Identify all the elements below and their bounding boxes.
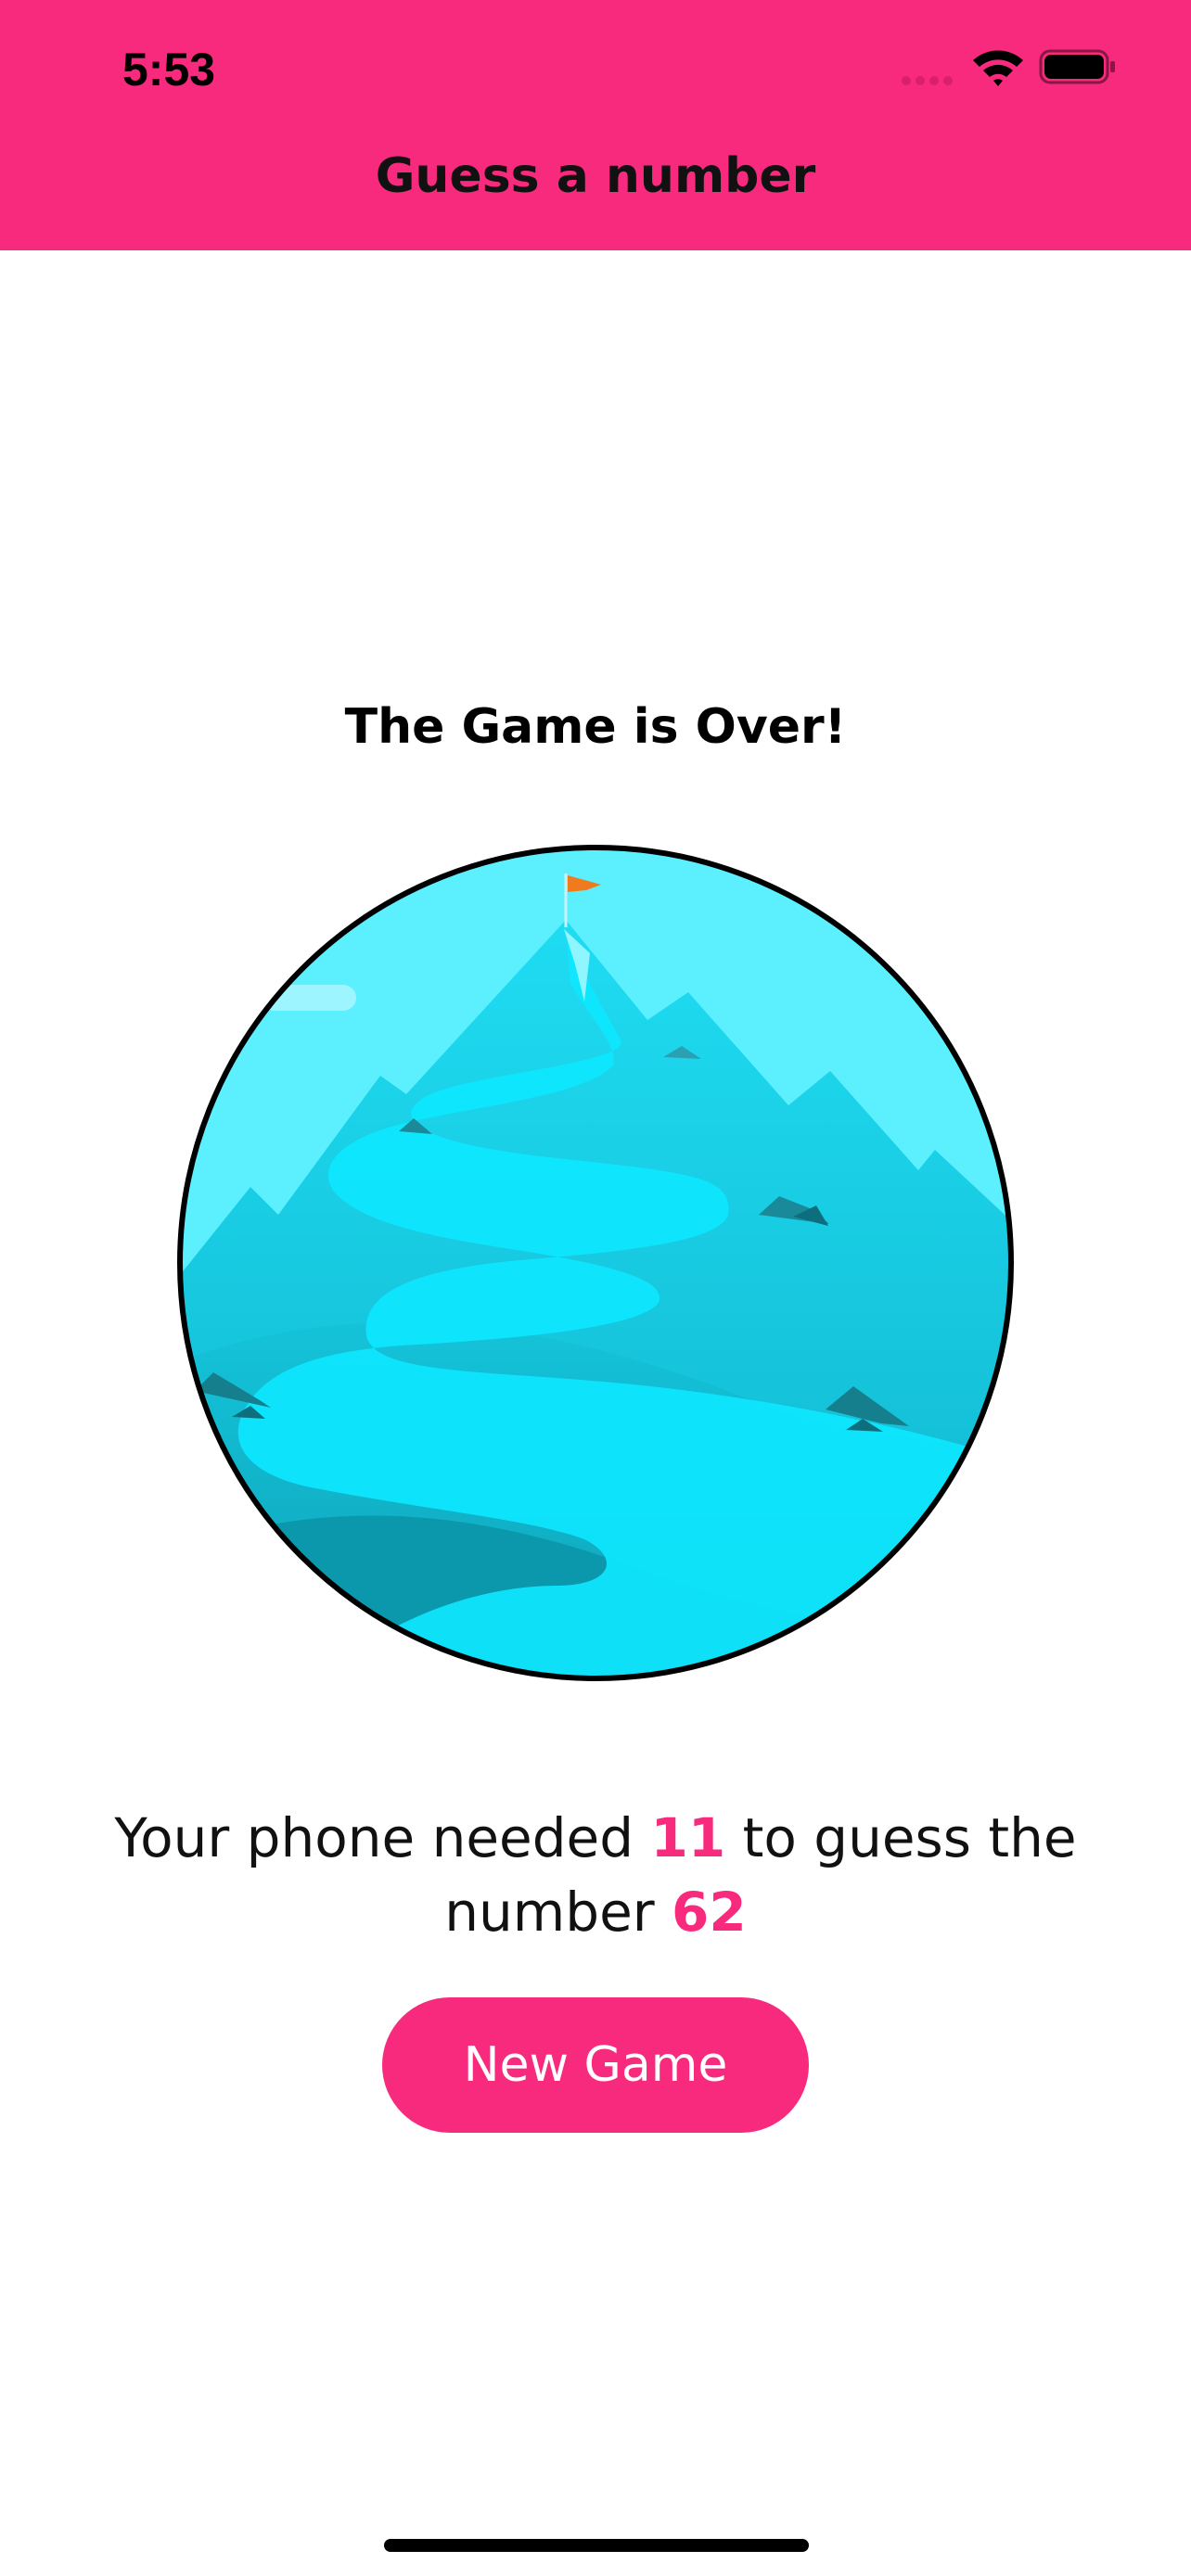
wifi-icon xyxy=(973,50,1023,86)
game-over-screen: 5:53 Guess a number The Game is Over! Yo… xyxy=(0,0,1191,2576)
result-summary: Your phone needed 11 to guess the number… xyxy=(93,1801,1098,1949)
cellular-signal-icon xyxy=(902,72,957,85)
rounds-count: 11 xyxy=(650,1806,726,1869)
game-over-heading: The Game is Over! xyxy=(344,699,847,755)
guessed-number: 62 xyxy=(672,1881,747,1944)
new-game-button[interactable]: New Game xyxy=(382,1997,809,2133)
page-title: Guess a number xyxy=(375,148,816,204)
summary-text-1: Your phone needed xyxy=(114,1806,651,1869)
mountain-summit-illustration xyxy=(177,845,1014,1681)
status-time: 5:53 xyxy=(122,44,216,96)
app-header: 5:53 Guess a number xyxy=(0,0,1191,250)
battery-icon xyxy=(1039,49,1115,84)
home-indicator[interactable] xyxy=(384,2539,809,2552)
